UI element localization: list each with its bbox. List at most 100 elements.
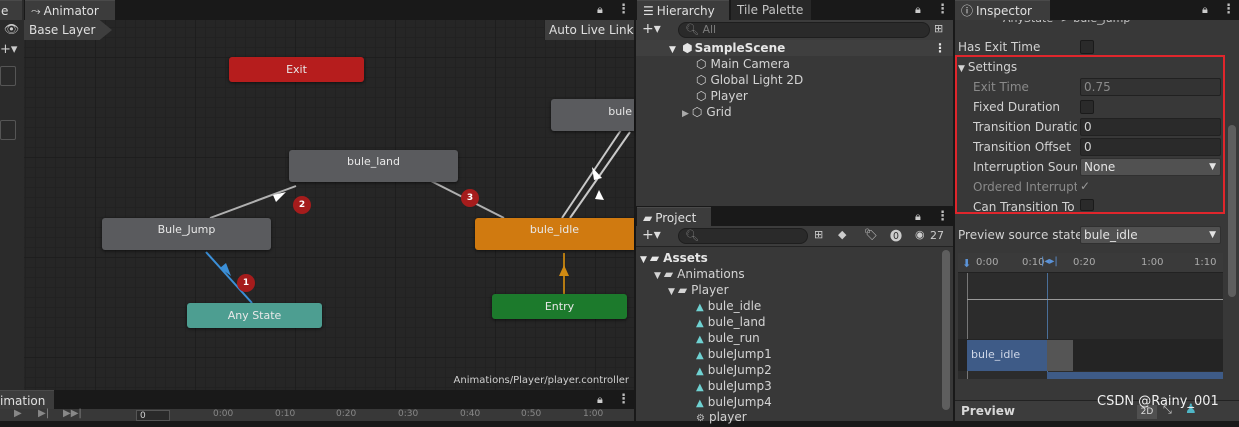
left-field-1[interactable]: [0, 66, 16, 86]
tab-project[interactable]: ▰ Project: [637, 207, 711, 227]
tab-inspector[interactable]: ⓘ Inspector: [955, 0, 1050, 20]
left-eye-icon[interactable]: 👁: [4, 22, 19, 36]
next-frame-icon[interactable]: ▶|: [38, 408, 49, 419]
tab-animation[interactable]: imation: [0, 390, 54, 410]
file-label: buleJump4: [707, 395, 772, 409]
left-field-2[interactable]: [0, 120, 16, 140]
expand-icon[interactable]: ▼: [640, 255, 647, 265]
frame-field[interactable]: 0: [136, 410, 170, 421]
inspector-scrollbar[interactable]: [1228, 125, 1236, 297]
project-animations[interactable]: ▼ ▰ Animations: [654, 266, 745, 282]
animation-clip-icon: ▲: [696, 382, 704, 393]
settings-foldout[interactable]: ▼ Settings: [958, 57, 1017, 77]
hierarchy-add-icon[interactable]: +▾: [642, 21, 661, 37]
preview-source-dropdown[interactable]: bule_idle ▼: [1080, 226, 1221, 244]
scene-menu-icon[interactable]: ⋮: [934, 40, 946, 56]
tab-animator[interactable]: ⤳ Animator: [25, 0, 115, 20]
transition-timeline[interactable]: 0:00 0:10 0:20 1:00 1:10 ⬇ |◂▸| bule_idl…: [958, 253, 1223, 379]
timeline-tick-0: 0:00: [976, 257, 999, 268]
arrow-head-entry: [559, 265, 569, 276]
preview-label: Preview: [961, 404, 1016, 418]
inspector-menu-icon[interactable]: ⋮: [1222, 2, 1235, 17]
state-bule-land[interactable]: bule_land: [289, 150, 458, 182]
expand-icon[interactable]: ▶: [682, 109, 689, 119]
transition-offset-value: 0: [1084, 140, 1092, 154]
animator-menu-icon[interactable]: ⋮: [617, 2, 630, 17]
project-assets[interactable]: ▼ ▰ Assets: [640, 250, 708, 266]
project-file-bule-idle[interactable]: ▲ bule_idle: [696, 298, 761, 314]
expand-icon[interactable]: ▼: [654, 271, 661, 281]
scene-row[interactable]: ▼ ⬢ SampleScene ⋮: [636, 40, 953, 56]
transition-offset-field[interactable]: 0: [1080, 138, 1221, 156]
play-icon[interactable]: ▶: [14, 408, 22, 419]
has-exit-time-row: Has Exit Time: [958, 37, 1040, 57]
filter-by-type-icon[interactable]: ◆: [838, 228, 846, 241]
info-icon: ⓘ: [961, 4, 974, 18]
project-scrollbar[interactable]: [942, 250, 950, 410]
tab-hierarchy[interactable]: ☰ Hierarchy: [637, 0, 729, 20]
project-file-bulejump4[interactable]: ▲ buleJump4: [696, 394, 772, 410]
label-icon[interactable]: 🏷︎: [864, 228, 878, 241]
animation-lock-icon[interactable]: 🔒︎: [597, 393, 603, 407]
hierarchy-search-input[interactable]: 🔍︎ All: [678, 22, 930, 38]
state-any-state[interactable]: Any State: [187, 303, 322, 328]
project-toolbar: +▾ 🔍︎ ⊞ ◆ 🏷︎ ⓿ ◉ 27: [636, 226, 953, 247]
has-exit-time-checkbox[interactable]: [1080, 40, 1094, 54]
inspector-lock-icon[interactable]: 🔒︎: [1202, 3, 1208, 17]
exit-time-label-text: Exit Time: [973, 80, 1029, 94]
transition-marker-icon[interactable]: |◂▸|: [1041, 256, 1058, 267]
hierarchy-item-grid[interactable]: ▶ ⬡ Grid: [682, 104, 732, 120]
project-search-input[interactable]: 🔍︎: [678, 228, 808, 244]
hierarchy-item-label: Main Camera: [710, 57, 791, 71]
transition-idle-to-partial-a[interactable]: [561, 129, 622, 219]
project-add-icon[interactable]: +▾: [642, 227, 661, 243]
warning-toggle-icon[interactable]: ⓿: [890, 227, 902, 244]
project-menu-icon[interactable]: ⋮: [936, 209, 949, 224]
expand-icon[interactable]: ▼: [668, 287, 675, 297]
fixed-duration-checkbox[interactable]: [1080, 100, 1094, 114]
ordered-interruption-label-text: Ordered Interruption: [973, 180, 1077, 194]
hierarchy-search-options-icon[interactable]: ⊞: [934, 22, 943, 35]
hierarchy-item-main-camera[interactable]: ⬡ Main Camera: [696, 56, 790, 72]
project-file-bule-run[interactable]: ▲ bule_run: [696, 330, 760, 346]
search-by-type-icon[interactable]: ⊞: [814, 228, 823, 241]
can-transition-checkbox[interactable]: [1080, 199, 1094, 211]
interruption-source-dropdown[interactable]: None ▼: [1080, 158, 1221, 176]
animation-menu-icon[interactable]: ⋮: [617, 392, 630, 407]
transition-jump-to-land[interactable]: [209, 185, 297, 219]
project-file-player[interactable]: ⚙ player: [696, 409, 747, 425]
transition-offset-label: Transition Offset: [973, 137, 1077, 157]
hierarchy-item-global-light[interactable]: ⬡ Global Light 2D: [696, 72, 803, 88]
project-player-folder[interactable]: ▼ ▰ Player: [668, 282, 729, 298]
state-bule-idle[interactable]: bule_idle: [475, 218, 634, 250]
project-file-bulejump2[interactable]: ▲ buleJump2: [696, 362, 772, 378]
project-lock-icon[interactable]: 🔒︎: [915, 210, 921, 224]
hierarchy-item-player[interactable]: ⬡ Player: [696, 88, 748, 104]
transition-idle-to-partial-b[interactable]: [569, 131, 631, 219]
scene-expand-icon[interactable]: ▼: [669, 45, 676, 55]
tab-tile-palette[interactable]: Tile Palette: [731, 0, 811, 20]
hidden-packages-icon[interactable]: ◉: [915, 228, 925, 241]
tab-left-partial-label: e: [1, 4, 9, 18]
state-bule-jump[interactable]: Bule_Jump: [102, 218, 271, 250]
ordered-interruption-checkbox[interactable]: ✓: [1080, 179, 1094, 193]
state-entry[interactable]: Entry: [492, 294, 627, 319]
project-file-bulejump3[interactable]: ▲ buleJump3: [696, 378, 772, 394]
state-bule-partial[interactable]: bule: [551, 99, 634, 131]
hierarchy-menu-icon[interactable]: ⋮: [936, 2, 949, 17]
last-frame-icon[interactable]: ▶▶|: [63, 408, 82, 419]
state-exit[interactable]: Exit: [229, 57, 364, 82]
timeline-clip-target[interactable]: [1047, 372, 1223, 379]
project-file-bulejump1[interactable]: ▲ buleJump1: [696, 346, 772, 362]
hierarchy-lock-icon[interactable]: 🔒︎: [915, 3, 921, 17]
project-file-bule-land[interactable]: ▲ bule_land: [696, 314, 766, 330]
hierarchy-tab-label: Hierarchy: [656, 4, 715, 18]
transition-duration-field[interactable]: 0: [1080, 118, 1221, 136]
exit-time-field[interactable]: 0.75: [1080, 78, 1221, 96]
scene-name: SampleScene: [694, 41, 786, 55]
playhead-icon[interactable]: ⬇: [962, 257, 971, 270]
state-any-state-label: Any State: [227, 309, 282, 322]
left-add-icon[interactable]: +▾: [0, 42, 17, 57]
tab-left-partial[interactable]: e: [0, 0, 22, 20]
animator-lock-icon[interactable]: 🔒︎: [597, 3, 603, 17]
